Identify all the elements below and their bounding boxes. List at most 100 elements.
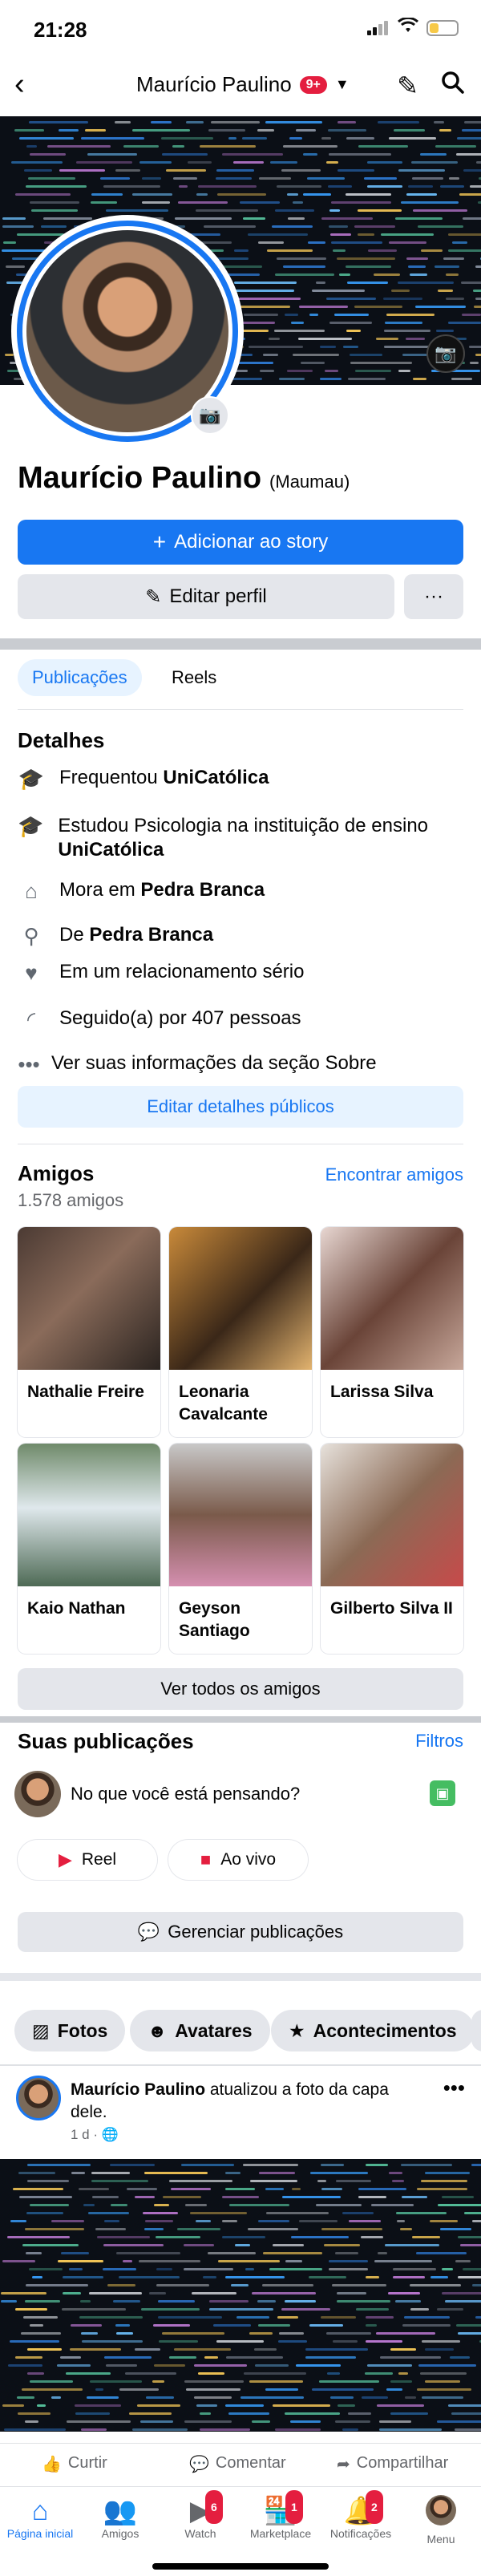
code-line <box>463 2212 481 2214</box>
chip-life-events[interactable]: ★ Acontecimentos <box>271 2010 475 2051</box>
code-line <box>291 2188 301 2190</box>
post-avatar[interactable] <box>16 2076 61 2120</box>
code-line <box>326 2372 340 2375</box>
photo-icon[interactable]: ▣ <box>430 1780 455 1806</box>
code-line <box>248 346 303 348</box>
nav-menu[interactable]: Menu <box>401 2495 481 2546</box>
code-line <box>388 2292 420 2295</box>
code-line <box>349 2220 382 2222</box>
nav-title[interactable]: Maurício Paulino 9+ ▼ <box>136 72 350 97</box>
code-line <box>305 2348 368 2351</box>
filters-link[interactable]: Filtros <box>415 1731 463 1752</box>
code-line <box>216 169 255 172</box>
nav-watch[interactable]: ▶ 6 Watch <box>160 2490 240 2540</box>
code-line <box>470 185 481 188</box>
reel-button[interactable]: ▶ Reel <box>18 1840 157 1880</box>
code-line <box>328 185 352 188</box>
code-line <box>17 233 65 236</box>
code-line <box>328 129 366 132</box>
friend-card[interactable]: Leonaria Cavalcante <box>169 1227 312 1437</box>
see-all-friends-button[interactable]: Ver todos os amigos <box>18 1668 463 1710</box>
bell-icon: 🔔 2 <box>321 2490 401 2527</box>
code-line <box>103 185 160 188</box>
tab-reels[interactable]: Reels <box>157 659 231 696</box>
pencil-icon[interactable]: ✎ <box>397 71 418 101</box>
code-line <box>243 2164 298 2166</box>
friend-card[interactable]: Geyson Santiago <box>169 1444 312 1654</box>
comment-button[interactable]: 💬 Comentar <box>189 2454 286 2474</box>
post-more-icon[interactable]: ••• <box>443 2076 465 2100</box>
find-friends-link[interactable]: Encontrar amigos <box>325 1164 463 1185</box>
code-line <box>421 2396 463 2399</box>
code-line <box>395 2212 447 2214</box>
code-line <box>268 338 281 340</box>
edit-profile-button[interactable]: ✎ Editar perfil <box>18 574 394 619</box>
code-line <box>267 249 313 252</box>
code-line <box>273 2244 305 2246</box>
chip-photos[interactable]: ▨ Fotos <box>14 2010 126 2051</box>
code-line <box>258 177 292 180</box>
post-author[interactable]: Maurício Paulino <box>71 2080 205 2099</box>
code-line <box>139 2420 173 2423</box>
code-line <box>257 2324 290 2327</box>
chip-more[interactable] <box>471 2010 481 2051</box>
like-label: Curtir <box>67 2454 107 2472</box>
live-button[interactable]: ■ Ao vivo <box>168 1840 308 1880</box>
like-button[interactable]: 👍 Curtir <box>42 2454 107 2474</box>
nav-friends[interactable]: 👥 Amigos <box>80 2495 160 2540</box>
home-indicator <box>152 2563 329 2570</box>
code-line <box>14 2308 47 2311</box>
code-line <box>199 2428 250 2431</box>
chevron-left-icon[interactable]: ‹ <box>14 69 25 99</box>
nav-marketplace[interactable]: 🏪 1 Marketplace <box>240 2490 321 2540</box>
more-options-button[interactable]: ··· <box>404 574 463 619</box>
chip-avatars[interactable]: ☻ Avatares <box>130 2010 270 2051</box>
nav-home[interactable]: ⌂ Página inicial <box>0 2495 80 2540</box>
code-line <box>178 185 188 188</box>
code-line <box>364 177 397 180</box>
code-line <box>85 129 106 132</box>
nav-notifications[interactable]: 🔔 2 Notificações <box>321 2490 401 2540</box>
edit-public-details-button[interactable]: Editar detalhes públicos <box>18 1086 463 1128</box>
code-line <box>345 193 391 196</box>
code-line <box>337 257 396 260</box>
code-line <box>459 193 481 196</box>
code-line <box>185 121 204 124</box>
code-line <box>434 265 459 268</box>
friend-card[interactable]: Gilberto Silva II <box>321 1444 463 1654</box>
friend-card[interactable]: Kaio Nathan <box>18 1444 160 1654</box>
code-line <box>437 2308 464 2311</box>
code-line <box>378 2428 442 2431</box>
code-line <box>209 2308 273 2311</box>
code-line <box>60 2252 89 2254</box>
cover-camera-icon[interactable]: 📷 <box>426 334 465 373</box>
code-line <box>346 330 362 332</box>
add-story-button[interactable]: + Adicionar ao story <box>18 520 463 565</box>
code-line <box>152 2380 164 2383</box>
see-about-link[interactable]: ••• Ver suas informações da seção Sobre <box>18 1052 376 1077</box>
code-line <box>79 2316 143 2319</box>
friend-card[interactable]: Nathalie Freire <box>18 1227 160 1437</box>
code-line <box>58 129 79 132</box>
search-icon[interactable] <box>441 71 465 101</box>
tab-publicacoes[interactable]: Publicações <box>18 659 142 696</box>
friend-name: Kaio Nathan <box>27 1599 126 1618</box>
code-line <box>144 2220 173 2222</box>
share-button[interactable]: ➦ Compartilhar <box>337 2454 448 2474</box>
code-line <box>358 2196 387 2198</box>
rss-icon: ◜ <box>26 1007 36 1031</box>
code-line <box>380 2356 442 2359</box>
reel-label: Reel <box>81 1850 117 1869</box>
code-line <box>26 2164 91 2166</box>
manage-posts-button[interactable]: 💬 Gerenciar publicações <box>18 1912 463 1952</box>
code-line <box>317 2180 327 2182</box>
code-line <box>249 2380 304 2383</box>
composer-input[interactable]: No que você está pensando? <box>71 1784 300 1804</box>
friend-card[interactable]: Larissa Silva <box>321 1227 463 1437</box>
code-line <box>282 145 338 148</box>
post-image[interactable] <box>0 2159 481 2432</box>
profile-camera-icon[interactable]: 📷 <box>191 396 229 435</box>
detail-text: Estudou Psicologia na instituição de ens… <box>58 815 429 836</box>
code-line <box>95 2388 104 2391</box>
code-line <box>454 2428 481 2431</box>
